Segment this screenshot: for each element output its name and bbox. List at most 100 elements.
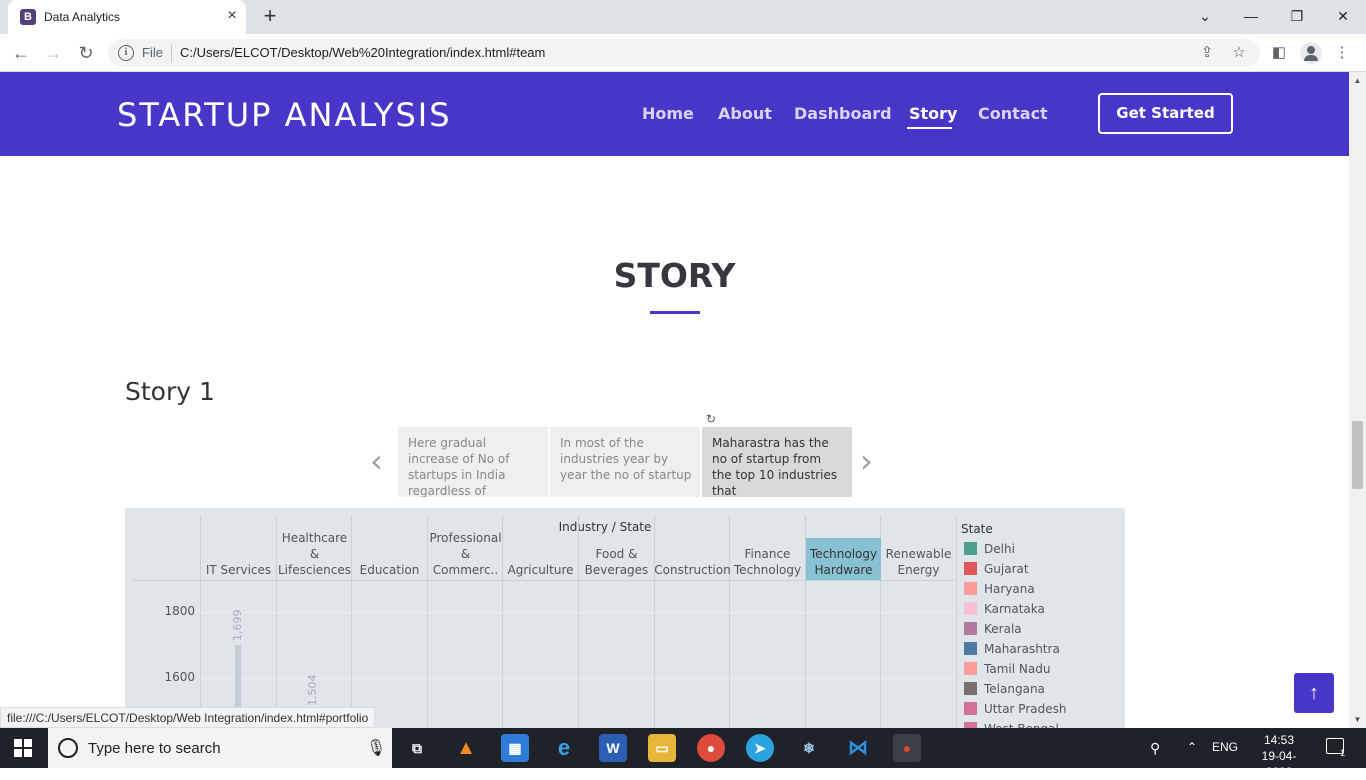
minimize-button[interactable]: — — [1239, 4, 1263, 28]
notification-count: 1 — [1340, 748, 1346, 758]
word-icon[interactable]: W — [599, 734, 627, 762]
column-header[interactable]: Agriculture — [503, 538, 578, 580]
column-header[interactable]: IT Services — [201, 538, 276, 580]
legend-title: State — [961, 522, 993, 536]
story-point[interactable]: In most of the industries year by year t… — [550, 427, 700, 497]
restore-button[interactable]: ❐ — [1285, 4, 1309, 28]
taskbar-clock[interactable]: 14:53 19-04-2023 — [1254, 732, 1304, 780]
taskbar-search-placeholder: Type here to search — [88, 740, 221, 757]
site-info-icon[interactable]: i — [118, 45, 134, 61]
url-text[interactable]: C:/Users/ELCOT/Desktop/Web%20Integration… — [180, 45, 545, 60]
legend-item[interactable]: Kerala — [964, 622, 1022, 636]
browser-tab-strip: B Data Analytics × + ⌄ — ❐ ✕ — [0, 0, 1366, 34]
profile-avatar[interactable] — [1300, 42, 1322, 64]
page-scrollbar[interactable]: ▲ ▼ — [1349, 72, 1366, 728]
column-header[interactable]: Professional & Commerc.. — [428, 531, 503, 580]
share-icon[interactable]: ⇪ — [1198, 44, 1216, 62]
people-icon[interactable]: ⚲ — [1150, 740, 1160, 757]
nav-home[interactable]: Home — [642, 104, 694, 123]
legend-swatch — [964, 702, 977, 715]
tableau-viz[interactable]: Industry / State State IT Services Health… — [125, 508, 1125, 728]
legend-item[interactable]: Karnataka — [964, 602, 1045, 616]
title-underline — [650, 311, 700, 314]
y-tick-label: 1800 — [164, 604, 195, 618]
legend-item[interactable]: Tamil Nadu — [964, 662, 1050, 676]
browser-toolbar: ← → ↻ i File C:/Users/ELCOT/Desktop/Web%… — [0, 34, 1366, 72]
column-header[interactable]: Healthcare & Lifesciences — [277, 531, 352, 580]
column-header[interactable]: Construction — [654, 538, 730, 580]
task-view-icon[interactable]: ⧉ — [403, 734, 431, 762]
nav-story[interactable]: Story — [909, 104, 957, 123]
story-point[interactable]: Here gradual increase of No of startups … — [398, 427, 548, 497]
file-explorer-icon[interactable]: ▭ — [648, 734, 676, 762]
legend-item[interactable]: Maharashtra — [964, 642, 1060, 656]
nav-contact[interactable]: Contact — [978, 104, 1048, 123]
clock-time: 14:53 — [1263, 733, 1295, 747]
store-icon[interactable]: ▦ — [501, 734, 529, 762]
legend-swatch — [964, 562, 977, 575]
scrollbar-thumb[interactable] — [1352, 421, 1363, 489]
windows-taskbar: Type here to search 🎙 ⧉ ▲ ▦ e W ▭ ● ➤ ❄ … — [0, 728, 1366, 779]
story-point-active[interactable]: Maharastra has the no of startup from th… — [702, 427, 852, 497]
chrome-active-icon[interactable]: ● — [893, 734, 921, 762]
column-header[interactable]: Technology Hardware — [806, 538, 881, 580]
tray-expand-icon[interactable]: ⌃ — [1187, 740, 1197, 754]
side-panel-icon[interactable]: ◧ — [1269, 43, 1289, 63]
story-prev-icon[interactable]: ‹ — [370, 442, 383, 480]
close-window-button[interactable]: ✕ — [1331, 4, 1355, 28]
vscode-icon[interactable]: ⋈ — [844, 734, 872, 762]
column-separator — [956, 516, 957, 728]
vlc-icon[interactable]: ▲ — [452, 734, 480, 762]
forward-arrow-icon[interactable]: → — [41, 41, 65, 65]
y-gridline — [200, 612, 956, 613]
site-brand[interactable]: STARTUP ANALYSIS — [117, 96, 452, 134]
back-arrow-icon[interactable]: ← — [9, 41, 33, 65]
page-viewport: STARTUP ANALYSIS Home About Dashboard St… — [0, 72, 1349, 728]
legend-swatch — [964, 582, 977, 595]
bookmark-star-icon[interactable]: ☆ — [1230, 44, 1248, 62]
bar-value-label: 1,504 — [306, 674, 319, 707]
column-header[interactable]: Renewable Energy — [881, 538, 956, 580]
snipping-tool-icon[interactable]: ❄ — [795, 734, 823, 762]
header-rule — [133, 580, 955, 581]
address-bar[interactable]: i File C:/Users/ELCOT/Desktop/Web%20Inte… — [108, 39, 1260, 67]
legend-item[interactable]: Gujarat — [964, 562, 1029, 576]
scheme-label: File — [142, 45, 163, 60]
microphone-icon[interactable]: 🎙 — [366, 738, 386, 758]
legend-label: Kerala — [984, 622, 1022, 636]
tab-search-chevron-icon[interactable]: ⌄ — [1193, 4, 1217, 28]
taskbar-search[interactable]: Type here to search 🎙 — [48, 728, 392, 768]
browser-tab[interactable]: B Data Analytics × — [8, 0, 246, 34]
story-heading: Story 1 — [125, 377, 215, 406]
chrome-icon[interactable]: ● — [697, 734, 725, 762]
nav-about[interactable]: About — [718, 104, 772, 123]
legend-swatch — [964, 542, 977, 555]
bar-value-label: 1,699 — [231, 609, 244, 642]
reload-icon[interactable]: ↻ — [74, 41, 98, 65]
get-started-button[interactable]: Get Started — [1098, 93, 1233, 134]
windows-start-icon[interactable] — [14, 739, 32, 757]
legend-item[interactable]: Delhi — [964, 542, 1015, 556]
legend-item[interactable]: Uttar Pradesh — [964, 702, 1066, 716]
telegram-icon[interactable]: ➤ — [746, 734, 774, 762]
nav-dashboard[interactable]: Dashboard — [794, 104, 892, 123]
y-tick-label: 1600 — [164, 670, 195, 684]
legend-swatch — [964, 642, 977, 655]
scroll-down-arrow-icon[interactable]: ▼ — [1349, 711, 1366, 728]
story-next-icon[interactable]: › — [860, 442, 873, 480]
column-header[interactable]: Education — [352, 538, 427, 580]
browser-menu-icon[interactable]: ⋮ — [1332, 43, 1352, 63]
column-header[interactable]: Food & Beverages — [579, 538, 654, 580]
address-separator — [171, 44, 172, 62]
section-title: STORY — [613, 256, 736, 295]
scroll-up-arrow-icon[interactable]: ▲ — [1349, 72, 1366, 89]
tab-close-icon[interactable]: × — [224, 8, 240, 24]
back-to-top-button[interactable]: ↑ — [1294, 673, 1334, 713]
language-indicator[interactable]: ENG — [1212, 740, 1238, 754]
story-refresh-icon[interactable]: ↻ — [706, 412, 716, 426]
new-tab-button[interactable]: + — [260, 5, 280, 27]
legend-item[interactable]: Telangana — [964, 682, 1045, 696]
edge-icon[interactable]: e — [550, 734, 578, 762]
legend-item[interactable]: Haryana — [964, 582, 1035, 596]
column-header[interactable]: Finance Technology — [730, 538, 805, 580]
